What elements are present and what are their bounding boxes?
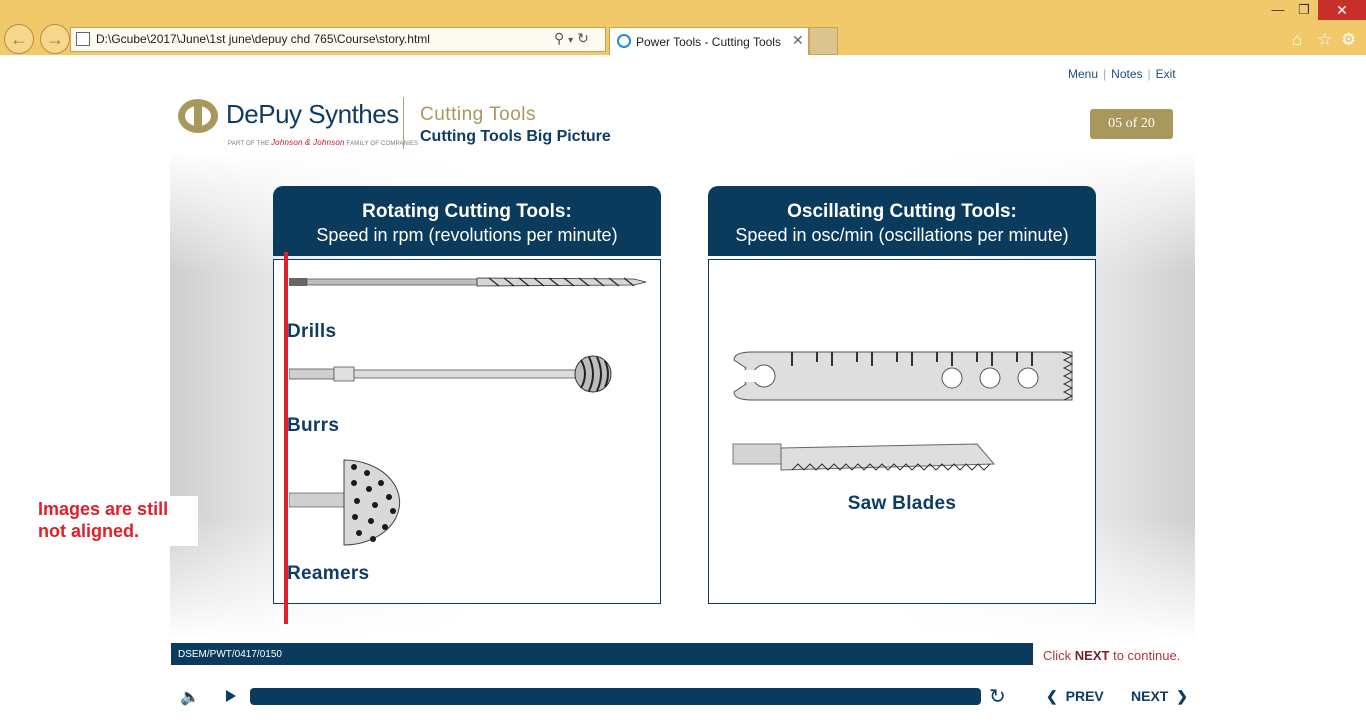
close-icon[interactable]: ✕ [792, 32, 804, 49]
oscillating-panel: Saw Blades [708, 259, 1096, 604]
alignment-marker [284, 252, 288, 624]
continue-key: NEXT [1074, 648, 1110, 663]
tagline-prefix: PART OF THE [228, 141, 270, 147]
menu-link[interactable]: Menu [1068, 67, 1098, 81]
next-label: NEXT [1131, 688, 1169, 704]
tagline-suffix: FAMILY OF COMPANIES [346, 141, 419, 147]
address-bar[interactable]: D:\Gcube\2017\June\1st june\depuy chd 76… [70, 27, 606, 52]
logo-mark-icon [178, 99, 218, 133]
header-divider [403, 97, 404, 149]
notes-link[interactable]: Notes [1111, 67, 1142, 81]
replay-icon[interactable]: ↻ [989, 684, 1006, 709]
home-icon[interactable]: ⌂ [1292, 30, 1302, 50]
dropdown-icon[interactable]: ▾ [568, 35, 573, 46]
page-icon [76, 32, 90, 46]
prev-button[interactable]: ❮ PREV [1046, 688, 1104, 705]
link-separator: | [1103, 67, 1107, 81]
top-links: Menu | Notes | Exit [1068, 67, 1176, 81]
oscillating-heading: Oscillating Cutting Tools: [787, 201, 1017, 222]
rotating-subheading: Speed in rpm (revolutions per minute) [316, 225, 618, 245]
burr-image [289, 355, 612, 393]
burrs-label: Burrs [287, 415, 340, 436]
rotating-panel: Drills Burrs Reamers [273, 259, 661, 604]
rotating-heading: Rotating Cutting Tools: [362, 201, 572, 222]
oscillating-panel-header: Oscillating Cutting Tools: Speed in osc/… [708, 186, 1096, 256]
progress-bar[interactable] [250, 688, 981, 705]
exit-link[interactable]: Exit [1156, 67, 1176, 81]
prev-label: PREV [1065, 688, 1104, 704]
gear-icon[interactable]: ⚙ [1341, 30, 1356, 50]
tagline-jj: Johnson & Johnson [270, 138, 345, 147]
continue-hint: Click NEXT to continue. [1043, 648, 1180, 663]
chevron-right-icon: ❯ [1176, 688, 1188, 704]
course-subtitle: Cutting Tools Big Picture [420, 128, 611, 145]
restore-icon[interactable]: ❐ [1293, 0, 1315, 20]
saw-blade-small-image [732, 443, 996, 471]
drills-label: Drills [287, 321, 337, 342]
drill-image [289, 277, 647, 287]
footer-bar: DSEM/PWT/0417/0150 [171, 643, 1033, 665]
saw-blade-image [733, 351, 1074, 401]
brand-tagline: PART OF THE Johnson & Johnson FAMILY OF … [228, 138, 418, 147]
note-line-1: Images are still [38, 499, 169, 519]
oscillating-subheading: Speed in osc/min (oscillations per minut… [735, 225, 1069, 245]
play-icon[interactable] [225, 689, 237, 703]
saw-blades-label: Saw Blades [847, 493, 957, 514]
page-counter: 05 of 20 [1090, 109, 1173, 139]
link-separator: | [1147, 67, 1151, 81]
review-note: Images are still not aligned. [30, 496, 198, 546]
rotating-panel-header: Rotating Cutting Tools: Speed in rpm (re… [273, 186, 661, 256]
chevron-left-icon: ❮ [1046, 688, 1058, 704]
minimize-icon[interactable]: — [1268, 0, 1288, 20]
continue-pre: Click [1043, 648, 1072, 663]
refresh-icon[interactable]: ↻ [577, 30, 589, 46]
speaker-icon[interactable]: 🔈 [180, 687, 200, 707]
note-line-2: not aligned. [38, 521, 139, 541]
tab-active[interactable]: Power Tools - Cutting Tools [609, 27, 809, 55]
star-icon[interactable]: ☆ [1317, 30, 1332, 50]
reamers-label: Reamers [287, 563, 370, 584]
new-tab-button[interactable] [809, 27, 838, 55]
continue-post: to continue. [1113, 648, 1181, 663]
reamer-image [289, 459, 401, 546]
ie-icon [617, 34, 631, 48]
course-title: Cutting Tools [420, 104, 536, 125]
address-tools: ⚲ ▾ ↻ [554, 30, 589, 47]
brand-logo: DePuy Synthes [226, 99, 399, 129]
window-close-icon[interactable]: ✕ [1318, 0, 1366, 20]
next-button[interactable]: NEXT ❯ [1131, 688, 1188, 705]
forward-icon[interactable]: → [40, 24, 70, 54]
search-icon[interactable]: ⚲ [554, 30, 564, 46]
back-icon[interactable]: ← [4, 24, 34, 54]
